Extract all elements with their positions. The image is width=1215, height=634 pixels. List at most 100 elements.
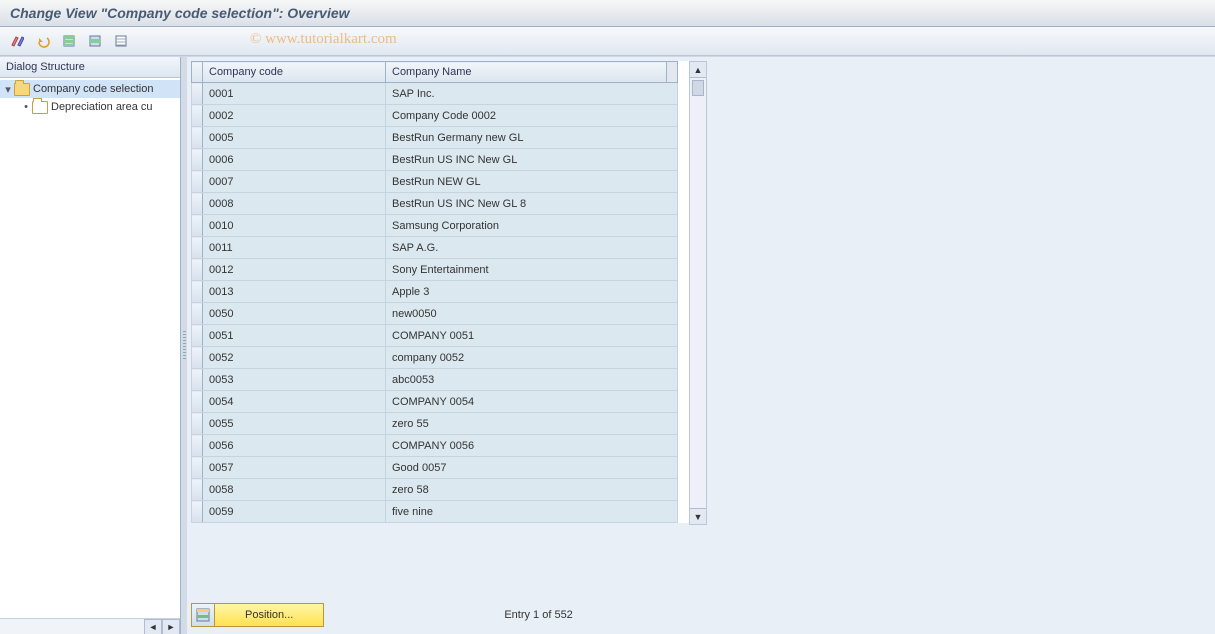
cell-company-name[interactable]: BestRun NEW GL: [386, 171, 678, 193]
table-vertical-scrollbar[interactable]: ▲ ▼: [689, 61, 707, 525]
scroll-down-icon[interactable]: ▼: [690, 508, 706, 524]
cell-company-code[interactable]: 0005: [203, 127, 386, 149]
cell-company-name[interactable]: BestRun US INC New GL 8: [386, 193, 678, 215]
tree-horizontal-scrollbar[interactable]: ◄ ►: [0, 618, 180, 634]
row-selector[interactable]: [192, 391, 203, 413]
cell-company-code[interactable]: 0008: [203, 193, 386, 215]
cell-company-code[interactable]: 0002: [203, 105, 386, 127]
row-selector[interactable]: [192, 501, 203, 523]
scroll-up-icon[interactable]: ▲: [690, 62, 706, 78]
row-selector[interactable]: [192, 457, 203, 479]
cell-company-code[interactable]: 0058: [203, 479, 386, 501]
cell-company-code[interactable]: 0051: [203, 325, 386, 347]
row-selector[interactable]: [192, 413, 203, 435]
row-selector[interactable]: [192, 435, 203, 457]
cell-company-code[interactable]: 0053: [203, 369, 386, 391]
row-selector[interactable]: [192, 281, 203, 303]
cell-company-name[interactable]: zero 55: [386, 413, 678, 435]
row-selector[interactable]: [192, 215, 203, 237]
cell-company-name[interactable]: Samsung Corporation: [386, 215, 678, 237]
scroll-left-icon[interactable]: ◄: [144, 619, 162, 634]
table-row[interactable]: 0059five nine: [192, 501, 678, 523]
cell-company-name[interactable]: five nine: [386, 501, 678, 523]
row-selector[interactable]: [192, 325, 203, 347]
undo-button[interactable]: [32, 30, 54, 52]
table-row[interactable]: 0005BestRun Germany new GL: [192, 127, 678, 149]
cell-company-name[interactable]: Sony Entertainment: [386, 259, 678, 281]
row-selector[interactable]: [192, 83, 203, 105]
table-row[interactable]: 0013Apple 3: [192, 281, 678, 303]
table-row[interactable]: 0055zero 55: [192, 413, 678, 435]
cell-company-name[interactable]: Good 0057: [386, 457, 678, 479]
table-row[interactable]: 0052company 0052: [192, 347, 678, 369]
select-all-button[interactable]: [58, 30, 80, 52]
table-row[interactable]: 0011SAP A.G.: [192, 237, 678, 259]
collapse-icon[interactable]: ▾: [2, 83, 14, 96]
table-row[interactable]: 0002Company Code 0002: [192, 105, 678, 127]
cell-company-name[interactable]: Company Code 0002: [386, 105, 678, 127]
table-row[interactable]: 0057Good 0057: [192, 457, 678, 479]
row-selector[interactable]: [192, 127, 203, 149]
row-selector[interactable]: [192, 105, 203, 127]
row-selector[interactable]: [192, 171, 203, 193]
table-row[interactable]: 0010Samsung Corporation: [192, 215, 678, 237]
table-row[interactable]: 0053abc0053: [192, 369, 678, 391]
tree-item-company-code-selection[interactable]: ▾ Company code selection: [0, 80, 180, 98]
cell-company-code[interactable]: 0006: [203, 149, 386, 171]
cell-company-name[interactable]: BestRun US INC New GL: [386, 149, 678, 171]
cell-company-name[interactable]: SAP A.G.: [386, 237, 678, 259]
row-selector[interactable]: [192, 149, 203, 171]
cell-company-name[interactable]: Apple 3: [386, 281, 678, 303]
column-config-button[interactable]: [667, 62, 678, 83]
table-row[interactable]: 0006BestRun US INC New GL: [192, 149, 678, 171]
select-block-button[interactable]: [84, 30, 106, 52]
cell-company-code[interactable]: 0050: [203, 303, 386, 325]
cell-company-name[interactable]: zero 58: [386, 479, 678, 501]
row-selector[interactable]: [192, 479, 203, 501]
row-selector[interactable]: [192, 237, 203, 259]
cell-company-code[interactable]: 0057: [203, 457, 386, 479]
table-row[interactable]: 0007BestRun NEW GL: [192, 171, 678, 193]
table-row[interactable]: 0054COMPANY 0054: [192, 391, 678, 413]
table-row[interactable]: 0058zero 58: [192, 479, 678, 501]
cell-company-code[interactable]: 0056: [203, 435, 386, 457]
cell-company-name[interactable]: COMPANY 0054: [386, 391, 678, 413]
position-button[interactable]: Position...: [191, 603, 324, 627]
cell-company-code[interactable]: 0007: [203, 171, 386, 193]
scroll-right-icon[interactable]: ►: [162, 619, 180, 634]
cell-company-name[interactable]: new0050: [386, 303, 678, 325]
toggle-display-change-button[interactable]: [6, 30, 28, 52]
cell-company-code[interactable]: 0013: [203, 281, 386, 303]
row-selector[interactable]: [192, 303, 203, 325]
deselect-all-button[interactable]: [110, 30, 132, 52]
column-header-company-code[interactable]: Company code: [203, 62, 386, 83]
table-row[interactable]: 0012Sony Entertainment: [192, 259, 678, 281]
cell-company-code[interactable]: 0001: [203, 83, 386, 105]
cell-company-code[interactable]: 0052: [203, 347, 386, 369]
cell-company-code[interactable]: 0054: [203, 391, 386, 413]
row-selector[interactable]: [192, 369, 203, 391]
table-row[interactable]: 0050new0050: [192, 303, 678, 325]
cell-company-name[interactable]: abc0053: [386, 369, 678, 391]
row-selector[interactable]: [192, 259, 203, 281]
cell-company-name[interactable]: BestRun Germany new GL: [386, 127, 678, 149]
column-header-company-name[interactable]: Company Name: [386, 62, 667, 83]
cell-company-name[interactable]: company 0052: [386, 347, 678, 369]
tree-item-depreciation-area[interactable]: • Depreciation area cu: [0, 98, 180, 116]
cell-company-name[interactable]: COMPANY 0051: [386, 325, 678, 347]
cell-company-name[interactable]: SAP Inc.: [386, 83, 678, 105]
row-select-header[interactable]: [192, 62, 203, 83]
row-selector[interactable]: [192, 347, 203, 369]
cell-company-code[interactable]: 0059: [203, 501, 386, 523]
cell-company-name[interactable]: COMPANY 0056: [386, 435, 678, 457]
cell-company-code[interactable]: 0011: [203, 237, 386, 259]
cell-company-code[interactable]: 0012: [203, 259, 386, 281]
cell-company-code[interactable]: 0055: [203, 413, 386, 435]
table-row[interactable]: 0056COMPANY 0056: [192, 435, 678, 457]
table-row[interactable]: 0051COMPANY 0051: [192, 325, 678, 347]
cell-company-code[interactable]: 0010: [203, 215, 386, 237]
row-selector[interactable]: [192, 193, 203, 215]
scrollbar-thumb[interactable]: [692, 80, 704, 96]
table-row[interactable]: 0001SAP Inc.: [192, 83, 678, 105]
table-row[interactable]: 0008BestRun US INC New GL 8: [192, 193, 678, 215]
